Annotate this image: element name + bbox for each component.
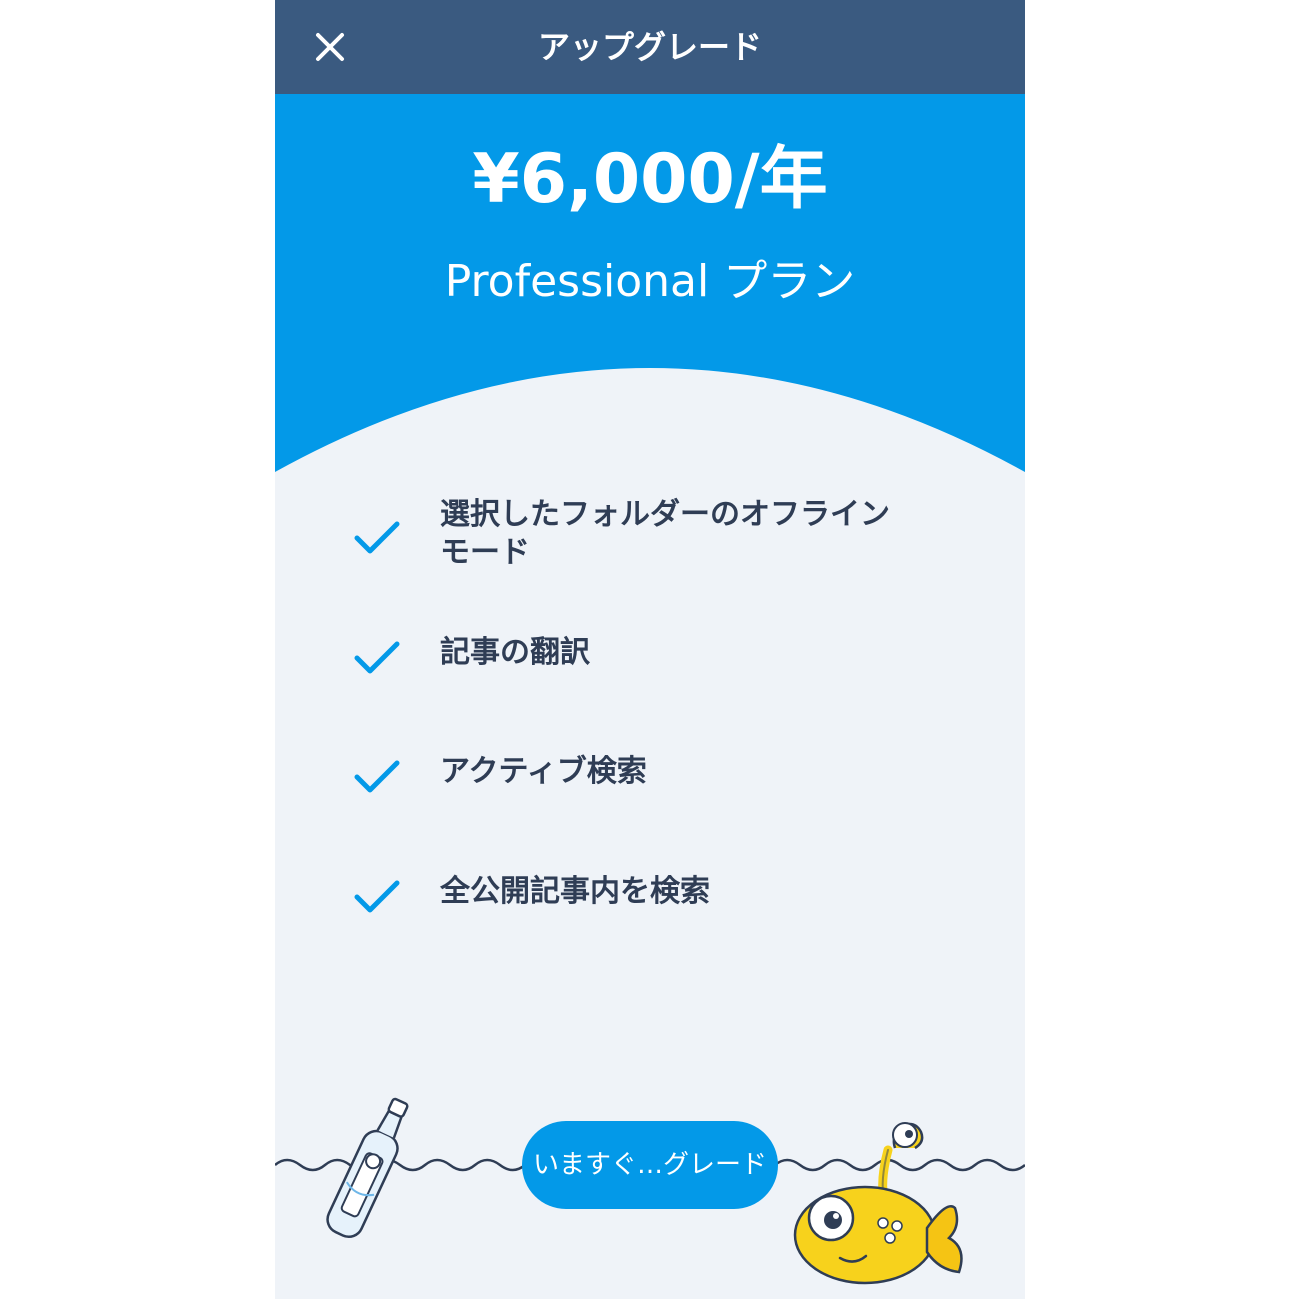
plan-name: Professional プラン [444,256,856,307]
nav-bar: アップグレード [275,0,1025,94]
upgrade-now-button[interactable]: いますぐ…グレード [522,1121,778,1209]
feature-line: 選択したフォルダーのオフライン [440,497,890,532]
feature-text: アクティブ検索 [440,753,930,791]
checkmark-icon [354,521,400,554]
feature-line: モード [440,535,530,570]
feature-text: 記事の翻訳 [440,634,930,672]
checkmark-icon [354,760,400,793]
checkmark-icon [354,641,400,674]
close-icon [316,33,344,61]
feature-line: アクティブ検索 [440,754,647,789]
price-label: ¥6,000/年 [472,140,828,219]
feature-text: 選択したフォルダーのオフライン モード [440,496,930,572]
close-button[interactable] [305,22,355,72]
page-title: アップグレード [537,28,762,66]
feature-text: 全公開記事内を検索 [440,873,930,911]
feature-line: 記事の翻訳 [440,635,590,670]
upgrade-screen: アップグレード ¥6,000/年 Professional プラン 選択したフォ… [275,0,1025,1299]
checkmark-icon [354,880,400,913]
feature-line: 全公開記事内を検索 [440,874,710,909]
fish-icon [793,1122,963,1285]
